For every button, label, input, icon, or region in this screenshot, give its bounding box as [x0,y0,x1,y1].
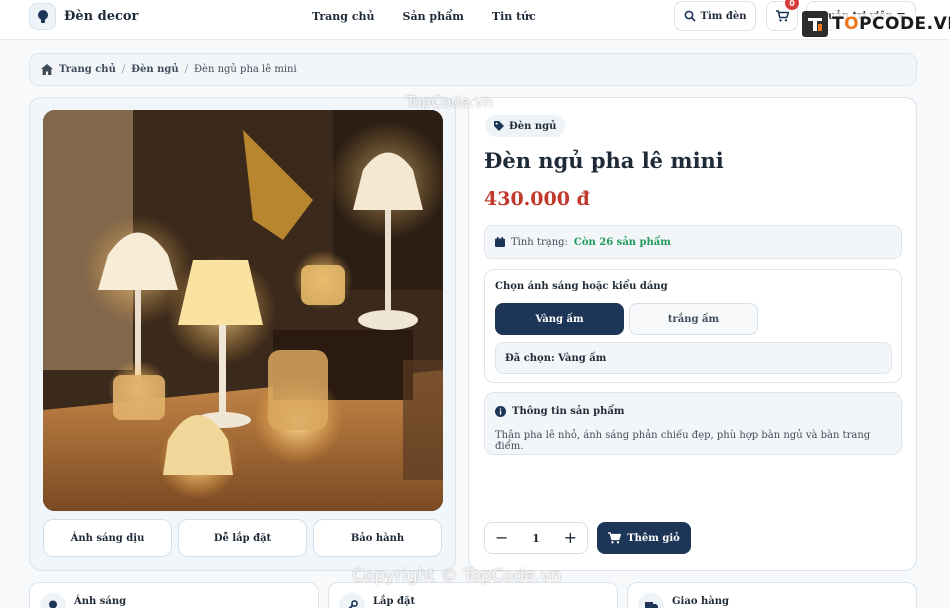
home-icon [41,64,53,75]
quantity-stepper: − 1 + [484,522,588,554]
search-icon [684,10,696,22]
truck-icon [638,593,664,608]
tag-icon [494,121,504,131]
topcode-mark-icon [802,11,828,37]
top-header: Đèn decor Trang chủ Sản phẩm Tin tức Tìm… [0,0,950,40]
product-info-description: Thân pha lê nhỏ, ánh sáng phản chiếu đẹp… [495,430,871,452]
brand[interactable]: Đèn decor [29,3,138,30]
search-label: Tìm đèn [700,10,747,22]
feature-warranty[interactable]: Bảo hành [313,519,442,557]
tools-icon [339,593,365,608]
variant-title: Chọn ánh sáng hoặc kiểu dáng [495,281,668,292]
benefit-card-label: Lắp đặt [373,596,416,607]
lightbulb-icon [40,593,66,608]
topcode-logo-watermark: TOPCODE.VN [802,11,950,37]
feature-list: Ánh sáng dịu Dễ lắp đặt Bảo hành [43,519,442,557]
breadcrumb-separator: / [184,64,188,75]
search-button[interactable]: Tìm đèn [674,1,756,31]
feature-easy-install[interactable]: Dễ lắp đặt [178,519,307,557]
increase-quantity-button[interactable]: + [564,530,577,546]
product-gallery: Ánh sáng dịu Dễ lắp đặt Bảo hành [29,97,456,571]
product-info-title-text: Thông tin sản phẩm [512,406,625,417]
category-tag[interactable]: Đèn ngủ [485,115,566,137]
nav-item-products[interactable]: Sản phẩm [403,10,464,23]
product-details: Đèn ngủ Đèn ngủ pha lê mini 430.000 đ Tì… [468,97,917,571]
selected-variant: Đã chọn: Vàng ấm [495,342,892,374]
stock-status: Tình trạng: Còn 26 sản phẩm [484,225,902,259]
add-to-cart-label: Thêm giỏ [627,532,680,544]
decrease-quantity-button[interactable]: − [495,530,508,546]
watermark-bottom: Copyright © TopCode.vn [352,566,562,586]
product-info: Thông tin sản phẩm Thân pha lê nhỏ, ánh … [484,392,902,455]
stock-value: Còn 26 sản phẩm [573,236,671,248]
cart-button[interactable]: 0 [766,0,799,31]
nav-item-home[interactable]: Trang chủ [312,10,375,23]
benefit-card-label: Ánh sáng [74,596,127,607]
add-to-cart-button[interactable]: Thêm giỏ [597,522,691,554]
quantity-value[interactable]: 1 [532,532,540,545]
brand-name: Đèn decor [64,9,139,24]
product-title: Đèn ngủ pha lê mini [484,148,724,173]
product-price: 430.000 đ [484,188,590,210]
main-nav: Trang chủ Sản phẩm Tin tức [312,10,536,23]
variant-option-warm-white[interactable]: trắng ấm [629,303,758,335]
cart-icon [775,10,789,22]
variant-selector: Chọn ánh sáng hoặc kiểu dáng Vàng ấm trắ… [484,269,902,383]
calendar-icon [495,237,505,247]
product-photo [43,110,443,511]
nav-item-news[interactable]: Tin tức [492,10,536,23]
breadcrumb-separator: / [121,64,126,75]
cart-icon [608,532,622,544]
stock-label: Tình trạng: [511,236,568,248]
breadcrumb-category[interactable]: Đèn ngủ [131,64,178,75]
info-icon [495,406,506,417]
breadcrumb: Trang chủ / Đèn ngủ / Đèn ngủ pha lê min… [29,53,917,86]
variant-option-warm-yellow[interactable]: Vàng ấm [495,303,624,335]
product-info-title: Thông tin sản phẩm [495,406,624,417]
benefit-card-label: Giao hàng [672,596,729,607]
feature-soft-light[interactable]: Ánh sáng dịu [43,519,172,557]
watermark-top: TopCode.vn [406,93,493,111]
breadcrumb-current: Đèn ngủ pha lê mini [193,64,297,75]
benefit-card-delivery: Giao hàng [627,582,917,608]
cart-count-badge: 0 [785,0,799,10]
lightbulb-icon [29,3,56,30]
benefit-card-lighting: Ánh sáng [29,582,319,608]
topcode-logo-text: TOPCODE.VN [832,14,950,34]
category-tag-label: Đèn ngủ [509,120,557,132]
breadcrumb-home[interactable]: Trang chủ [59,64,116,75]
